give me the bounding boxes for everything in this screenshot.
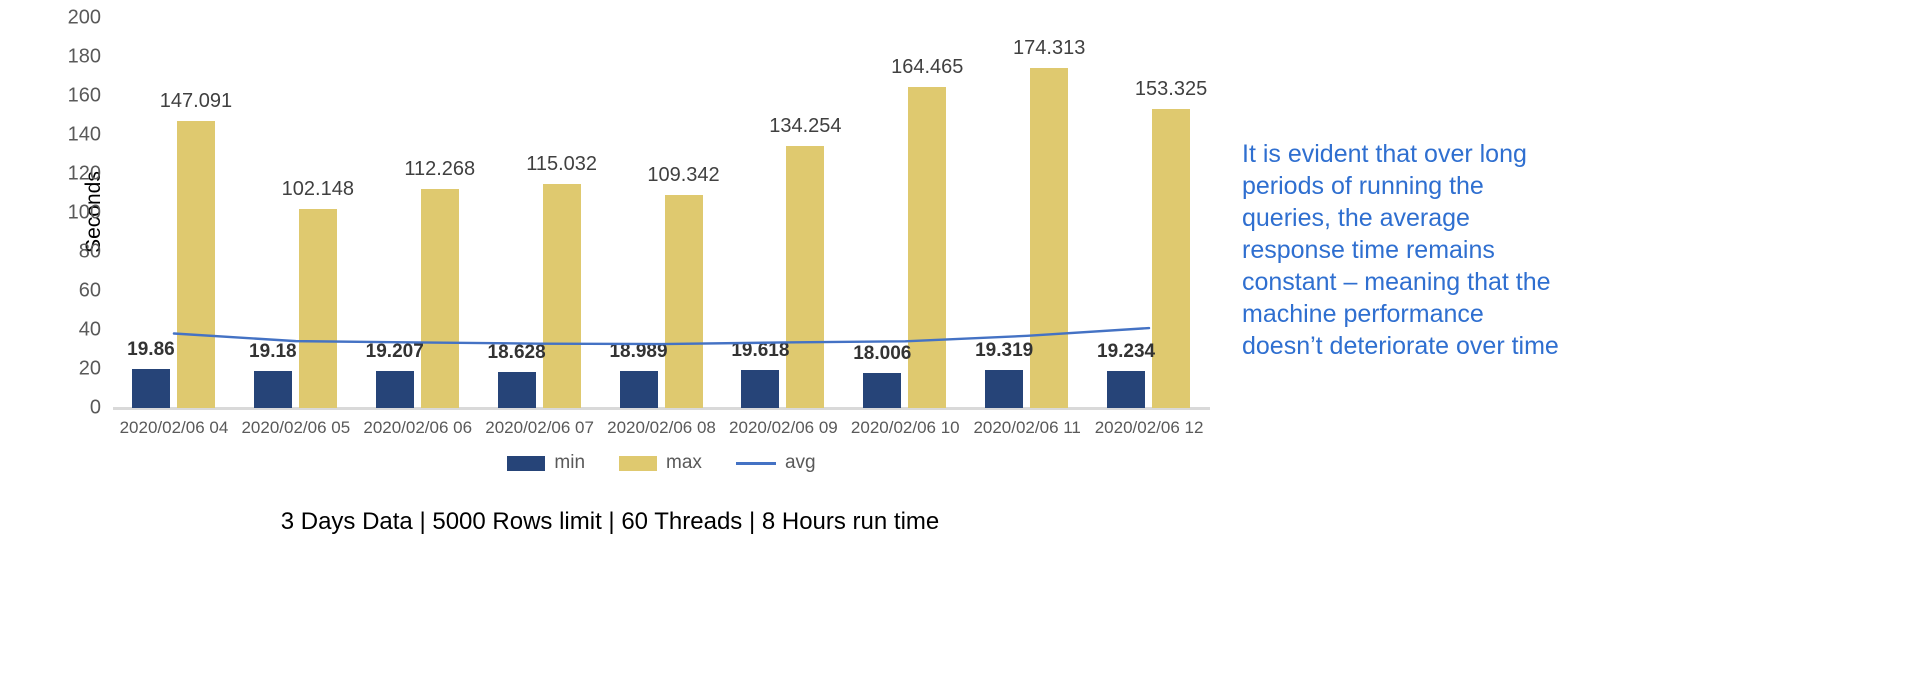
legend-item-max[interactable]: max [619, 452, 702, 474]
data-label-max: 115.032 [526, 152, 598, 175]
legend-item-min[interactable]: min [507, 452, 585, 474]
x-tick-label: 2020/02/06 10 [850, 418, 960, 437]
x-tick-label: 2020/02/06 12 [1094, 418, 1204, 437]
legend-label: max [666, 452, 702, 473]
x-tick-label: 2020/02/06 08 [607, 418, 716, 437]
y-tick-label: 80 [78, 240, 101, 263]
bar-max[interactable] [542, 183, 581, 408]
chart-legend: min max avg [113, 452, 1210, 474]
x-axis-labels: 2020/02/06 04 2020/02/06 05 2020/02/06 06 2… [113, 418, 1210, 438]
bar-group: 153.325 19.234 [1088, 18, 1210, 408]
bar-min[interactable] [741, 369, 780, 408]
bar-min[interactable] [1107, 370, 1146, 408]
bar-min[interactable] [863, 372, 902, 408]
bar-group: 134.254 19.618 [722, 18, 844, 408]
data-label-max: 174.313 [1013, 37, 1086, 60]
bar-group: 164.465 18.006 [844, 18, 966, 408]
legend-color-swatch-icon [507, 455, 546, 471]
chart-page: Seconds 200 180 160 140 120 100 80 60 40 20 0 147.… [0, 0, 1930, 690]
plot-wrapper: 200 180 160 140 120 100 80 60 40 20 0 147.091 19.86… [60, 7, 1210, 419]
legend-label: min [554, 452, 586, 473]
y-tick-label: 40 [78, 318, 101, 341]
plot-area: 200 180 160 140 120 100 80 60 40 20 0 147.091 19.86… [68, 7, 1210, 419]
data-label-min: 19.18 [249, 340, 297, 362]
bar-min[interactable] [619, 370, 658, 408]
bar-min[interactable] [375, 370, 414, 408]
data-label-min: 18.628 [487, 341, 546, 363]
y-tick-label: 120 [67, 162, 101, 185]
bar-min[interactable] [985, 370, 1024, 408]
y-tick-label: 60 [78, 279, 101, 302]
x-tick-label: 2020/02/06 04 [119, 418, 229, 437]
annotation-text: It is evident that over long periods of … [1242, 140, 1559, 360]
x-tick-label: 2020/02/06 05 [241, 418, 351, 437]
bar-group: 102.148 19.18 [235, 18, 357, 408]
data-label-min: 19.86 [127, 339, 175, 361]
bar-max[interactable] [420, 189, 459, 408]
legend-color-swatch-icon [619, 455, 658, 471]
legend-label: avg [784, 452, 816, 473]
chart-footnote: 3 Days Data | 5000 Rows limit | 60 Threa… [280, 508, 940, 535]
y-tick-label: 140 [67, 123, 101, 146]
y-tick-label: 160 [67, 84, 101, 107]
bar-max[interactable] [1030, 68, 1069, 408]
y-tick-label: 200 [67, 6, 101, 29]
bar-min[interactable] [497, 371, 536, 408]
data-label-max: 109.342 [647, 163, 720, 186]
bar-group: 147.091 19.86 [113, 18, 235, 408]
data-label-min: 19.207 [365, 340, 424, 362]
data-label-max: 147.091 [159, 90, 233, 113]
data-label-max: 153.325 [1134, 78, 1208, 101]
x-tick-label: 2020/02/06 09 [729, 418, 838, 437]
x-tick-label: 2020/02/06 11 [973, 418, 1081, 437]
bar-max[interactable] [664, 194, 703, 408]
bar-min[interactable] [253, 370, 292, 408]
bar-groups: 147.091 19.86 102.148 19.18 112.268 19.207 115… [113, 18, 1210, 408]
bar-group: 109.342 18.989 [601, 18, 723, 408]
legend-line-swatch-icon [735, 461, 776, 465]
data-label-min: 18.989 [609, 340, 668, 362]
data-label-min: 19.234 [1097, 340, 1156, 362]
y-tick-label: 20 [78, 357, 101, 380]
bar-group: 115.032 18.628 [479, 18, 601, 408]
bar-max[interactable] [176, 121, 215, 408]
data-label-max: 102.148 [281, 177, 354, 200]
bar-group: 112.268 19.207 [357, 18, 479, 408]
data-label-max: 134.254 [769, 115, 842, 138]
bar-max[interactable] [908, 87, 947, 408]
bar-min[interactable] [131, 369, 170, 408]
data-label-min: 19.618 [731, 339, 790, 361]
x-tick-label: 2020/02/06 06 [363, 418, 473, 437]
bar-max[interactable] [786, 146, 825, 408]
x-tick-label: 2020/02/06 07 [485, 418, 594, 437]
bar-max[interactable] [1152, 109, 1191, 408]
bar-group: 174.313 19.319 [966, 18, 1088, 408]
legend-item-avg[interactable]: avg [735, 452, 816, 474]
y-tick-label: 100 [67, 201, 101, 224]
data-label-min: 18.006 [853, 342, 912, 364]
data-label-max: 164.465 [891, 56, 964, 79]
y-tick-label: 180 [67, 45, 101, 68]
data-label-min: 19.319 [975, 340, 1034, 362]
data-label-max: 112.268 [404, 158, 476, 181]
y-tick-label: 0 [89, 396, 101, 419]
bar-max[interactable] [298, 208, 337, 408]
